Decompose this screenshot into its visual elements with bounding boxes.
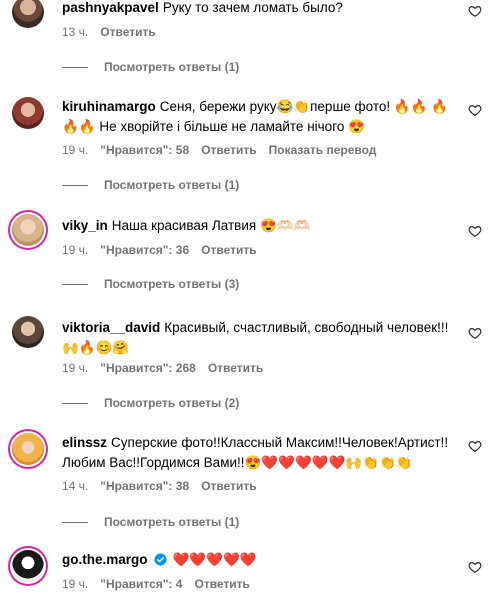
comment-body: Суперские фото!!Классный Максим!!Человек… <box>62 435 449 470</box>
comment-time: 13 ч. <box>62 25 89 39</box>
divider-line <box>62 283 88 285</box>
divider-line <box>62 184 88 186</box>
comment-time: 19 ч. <box>62 361 89 375</box>
comment-meta: 13 ч. Ответить <box>62 25 168 39</box>
view-replies-button[interactable]: Посмотреть ответы (2) <box>62 396 239 410</box>
view-replies-button[interactable]: Посмотреть ответы (1) <box>62 178 239 192</box>
comment-username[interactable]: viktoria__david <box>62 320 160 335</box>
comment-username[interactable]: viky_in <box>62 218 108 233</box>
divider-line <box>62 402 88 404</box>
view-replies-button[interactable]: Посмотреть ответы (1) <box>62 515 239 529</box>
comment-text: elinssz Суперские фото!!Классный Максим!!… <box>62 433 452 473</box>
like-heart-icon[interactable] <box>468 439 482 453</box>
comment-meta: 19 ч. "Нравится": 268 Ответить <box>62 361 275 375</box>
avatar[interactable] <box>12 550 44 582</box>
view-replies-label: Посмотреть ответы (1) <box>104 178 240 192</box>
reply-button[interactable]: Ответить <box>201 143 256 157</box>
comment-body: ❤️❤️❤️❤️❤️ <box>172 552 257 567</box>
comment-body: Руку то зачем ломать было? <box>162 0 343 15</box>
comment-text: go.the.margo ❤️❤️❤️❤️❤️ <box>62 550 452 570</box>
view-replies-label: Посмотреть ответы (1) <box>104 60 240 74</box>
likes-count[interactable]: "Нравится": 4 <box>100 577 182 591</box>
divider-line <box>62 521 88 523</box>
avatar[interactable] <box>12 97 44 129</box>
comment-time: 19 ч. <box>62 577 89 591</box>
avatar[interactable] <box>12 316 44 348</box>
comment-username[interactable]: kiruhinamargo <box>62 99 156 114</box>
comment-body: Наша красивая Латвия 😍🫶🏻🫶🏻 <box>111 218 311 233</box>
like-heart-icon[interactable] <box>468 326 482 340</box>
comment-meta: 19 ч. "Нравится": 58 Ответить Показать пере… <box>62 143 388 157</box>
comment-text: viky_in Наша красивая Латвия 😍🫶🏻🫶🏻 <box>62 216 452 236</box>
view-replies-label: Посмотреть ответы (2) <box>104 396 240 410</box>
divider-line <box>62 66 88 68</box>
comment-username[interactable]: go.the.margo <box>62 552 148 567</box>
reply-button[interactable]: Ответить <box>194 577 249 591</box>
avatar[interactable] <box>12 0 44 28</box>
comment-text: kiruhinamargo Сеня, бережи руку😂👏перше фо… <box>62 97 452 137</box>
comment-meta: 19 ч. "Нравится": 4 Ответить <box>62 577 262 591</box>
reply-button[interactable]: Ответить <box>100 25 155 39</box>
likes-count[interactable]: "Нравится": 268 <box>100 361 196 375</box>
comment-meta: 14 ч. "Нравится": 38 Ответить <box>62 479 269 493</box>
comment-username[interactable]: elinssz <box>62 435 107 450</box>
like-heart-icon[interactable] <box>468 224 482 238</box>
comment-username[interactable]: pashnyakpavel <box>62 0 159 15</box>
likes-count[interactable]: "Нравится": 38 <box>100 479 189 493</box>
like-heart-icon[interactable] <box>468 4 482 18</box>
avatar[interactable] <box>12 433 44 465</box>
reply-button[interactable]: Ответить <box>201 243 256 257</box>
comment-meta: 19 ч. "Нравится": 36 Ответить <box>62 243 269 257</box>
avatar[interactable] <box>12 214 44 246</box>
like-heart-icon[interactable] <box>468 560 482 574</box>
view-replies-button[interactable]: Посмотреть ответы (3) <box>62 277 239 291</box>
show-translation-button[interactable]: Показать перевод <box>269 143 377 157</box>
view-replies-button[interactable]: Посмотреть ответы (1) <box>62 60 239 74</box>
comment-text: pashnyakpavel Руку то зачем ломать было? <box>62 0 452 18</box>
likes-count[interactable]: "Нравится": 58 <box>100 143 189 157</box>
comment-time: 14 ч. <box>62 479 89 493</box>
view-replies-label: Посмотреть ответы (1) <box>104 515 240 529</box>
reply-button[interactable]: Ответить <box>208 361 263 375</box>
likes-count[interactable]: "Нравится": 36 <box>100 243 189 257</box>
view-replies-label: Посмотреть ответы (3) <box>104 277 240 291</box>
verified-badge-icon <box>154 553 166 566</box>
reply-button[interactable]: Ответить <box>201 479 256 493</box>
comment-text: viktoria__david Красивый, счастливый, сво… <box>62 318 452 358</box>
comment-time: 19 ч. <box>62 143 89 157</box>
comment-time: 19 ч. <box>62 243 89 257</box>
like-heart-icon[interactable] <box>468 103 482 117</box>
